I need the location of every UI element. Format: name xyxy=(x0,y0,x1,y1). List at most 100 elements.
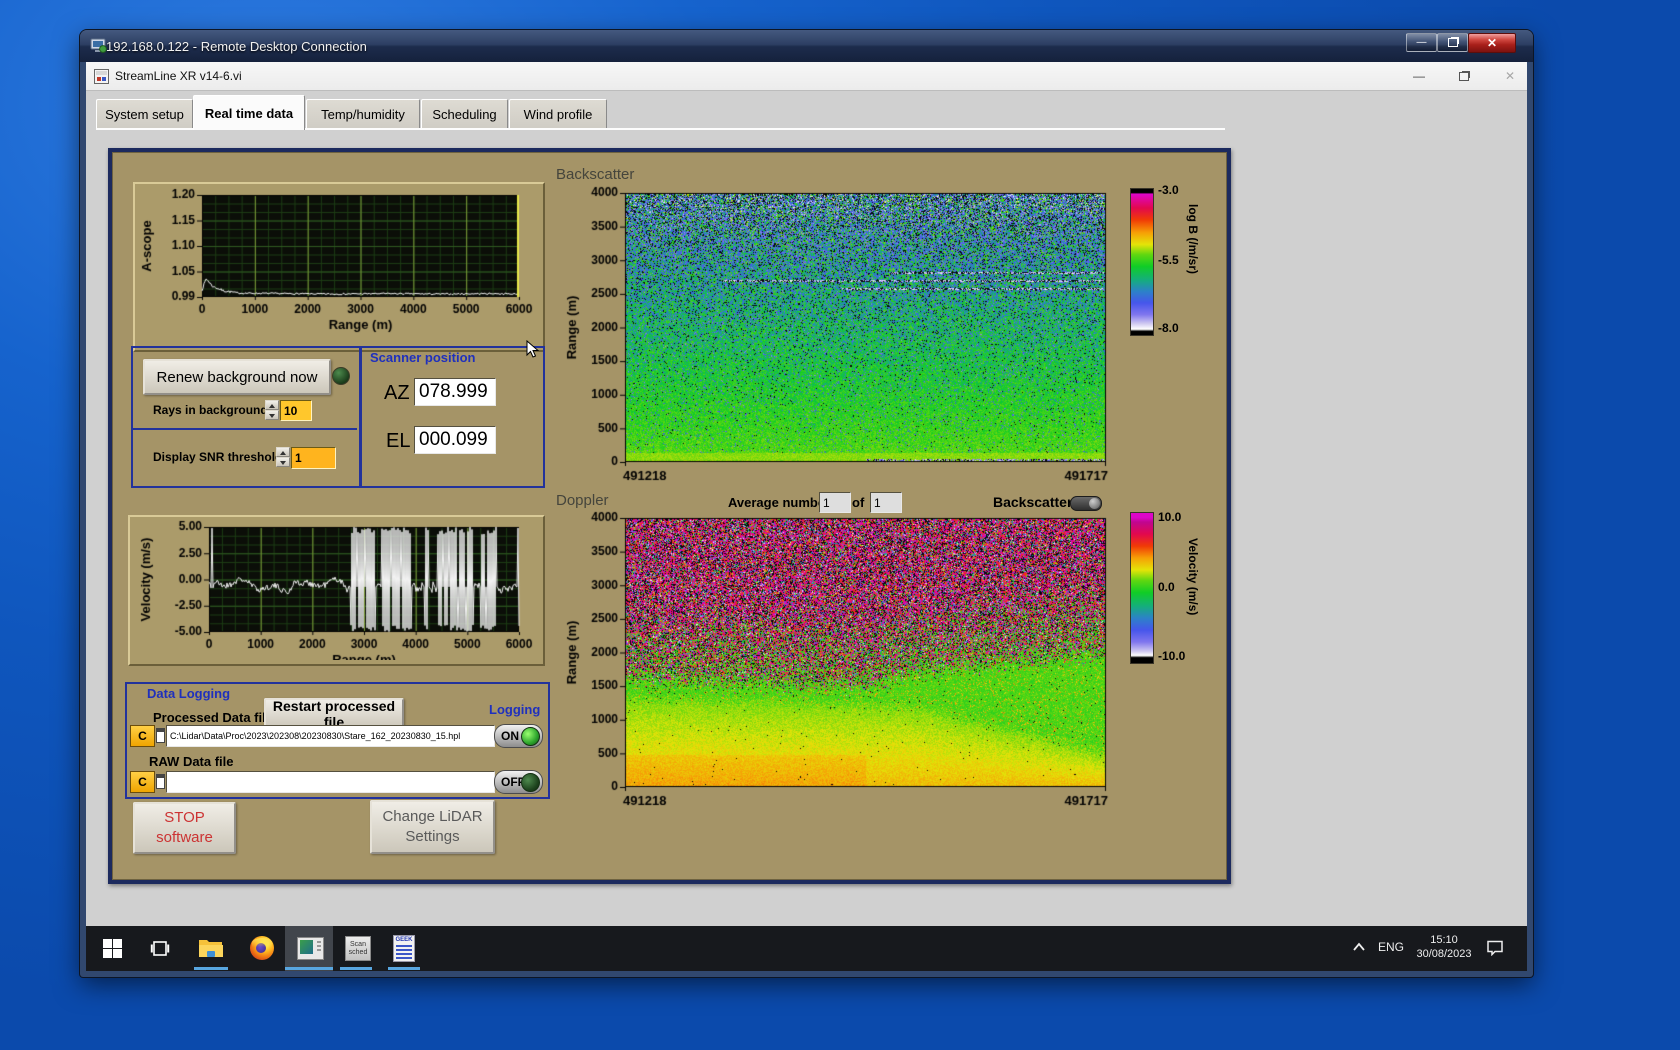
geek-app-icon[interactable]: GEEK xyxy=(393,935,415,962)
az-label: AZ xyxy=(384,382,410,404)
rdp-titlebar[interactable]: 192.168.0.122 - Remote Desktop Connectio… xyxy=(80,30,1533,62)
processed-logging-on-switch[interactable]: ON xyxy=(494,724,543,748)
remote-desktop: StreamLine XR v14-6.vi — ✕ System setup … xyxy=(86,62,1527,971)
toggle-knob xyxy=(1089,498,1100,509)
tab-real-time-data[interactable]: Real time data xyxy=(193,95,305,130)
velocity-plot-canvas xyxy=(130,517,539,660)
rdp-restore-button[interactable] xyxy=(1437,33,1468,52)
vi-icon xyxy=(94,68,109,84)
running-indicator-explorer xyxy=(194,967,228,970)
remote-taskbar: Scan sched GEEK ENG 15:10 30/08/2023 xyxy=(86,926,1527,971)
clock-time: 15:10 xyxy=(1430,934,1458,946)
ascope-plot-canvas xyxy=(135,184,539,346)
vi-restore-button[interactable] xyxy=(1449,66,1479,86)
mouse-cursor xyxy=(526,340,539,358)
average-total-value[interactable]: 1 xyxy=(870,492,902,513)
backscatter-title: Backscatter xyxy=(556,166,635,183)
running-indicator-scan xyxy=(340,967,372,970)
doppler-title: Doppler xyxy=(556,492,609,509)
taskbar-clock[interactable]: 15:10 30/08/2023 xyxy=(1408,933,1480,961)
snr-value[interactable]: 1 xyxy=(291,447,336,469)
doppler-cb-label: Velocity (m/s) xyxy=(1186,538,1200,616)
backscatter-toggle-switch[interactable] xyxy=(1070,496,1102,511)
rdp-window-title: 192.168.0.122 - Remote Desktop Connectio… xyxy=(106,38,367,54)
scan-scheduler-icon[interactable]: Scan sched xyxy=(345,936,371,961)
language-indicator[interactable]: ENG xyxy=(1378,940,1404,954)
az-value-field[interactable]: 078.999 xyxy=(414,378,496,406)
box-divider xyxy=(131,428,357,430)
active-app-highlight[interactable] xyxy=(285,926,333,971)
backscatter-cb-tick-min: -8.0 xyxy=(1158,321,1179,335)
background-controls-box: Renew background now Rays in background … xyxy=(131,346,361,488)
doppler-colorbar xyxy=(1130,512,1154,664)
el-value-field[interactable]: 000.099 xyxy=(414,426,496,454)
scanner-position-box: Scanner position AZ 078.999 EL 000.099 xyxy=(360,346,545,488)
raw-data-file-label: RAW Data file xyxy=(149,754,234,769)
rdp-window: 192.168.0.122 - Remote Desktop Connectio… xyxy=(80,30,1533,977)
backscatter-toggle-label: Backscatter xyxy=(993,494,1073,510)
processed-drive-combo[interactable]: C xyxy=(130,725,155,747)
data-logging-box: Data Logging Processed Data file Restart… xyxy=(125,682,550,799)
vi-window-title: StreamLine XR v14-6.vi xyxy=(115,69,242,83)
firefox-flame xyxy=(252,938,272,947)
start-button[interactable] xyxy=(103,939,122,958)
renew-background-led xyxy=(332,367,350,385)
front-panel: Renew background now Rays in background … xyxy=(108,148,1231,884)
logging-label: Logging xyxy=(489,702,541,717)
backscatter-colorbar xyxy=(1130,188,1154,336)
scanner-position-title: Scanner position xyxy=(370,350,476,365)
running-indicator-active-app xyxy=(285,967,333,970)
rdp-close-button[interactable]: ✕ xyxy=(1468,33,1516,53)
tray-chevron-icon[interactable] xyxy=(1352,942,1366,952)
clock-date: 30/08/2023 xyxy=(1416,948,1472,960)
tab-wind-profile[interactable]: Wind profile xyxy=(509,99,607,129)
snr-spinner[interactable] xyxy=(276,447,290,467)
rdp-minimize-button[interactable]: — xyxy=(1406,33,1437,52)
tab-temp-humidity[interactable]: Temp/humidity xyxy=(306,99,420,129)
average-of-label: of xyxy=(852,495,865,510)
average-number-label: Average number xyxy=(728,495,831,510)
firefox-icon[interactable] xyxy=(250,936,274,960)
rays-value[interactable]: 10 xyxy=(280,400,312,421)
raw-path-field[interactable] xyxy=(166,771,495,793)
task-view-icon[interactable] xyxy=(150,939,170,958)
backscatter-cb-tick-max: -3.0 xyxy=(1158,183,1179,197)
desktop-background: 192.168.0.122 - Remote Desktop Connectio… xyxy=(0,0,1680,1050)
file-explorer-icon[interactable] xyxy=(198,937,224,959)
backscatter-cb-label: log B (/m/sr) xyxy=(1186,204,1200,275)
rdp-icon xyxy=(90,38,107,53)
el-label: EL xyxy=(386,430,411,452)
renew-background-button[interactable]: Renew background now xyxy=(143,359,331,395)
notification-center-icon[interactable] xyxy=(1486,940,1504,956)
doppler-heatmap-canvas xyxy=(550,510,1112,806)
processed-resize-glyph xyxy=(156,728,165,743)
rays-spinner[interactable] xyxy=(265,400,279,420)
change-lidar-settings-button[interactable]: Change LiDAR Settings xyxy=(370,800,495,854)
vi-minimize-button[interactable]: — xyxy=(1404,66,1434,86)
rays-in-background-label: Rays in background xyxy=(153,403,268,417)
raw-drive-combo[interactable]: C xyxy=(130,771,155,793)
vi-close-button[interactable]: ✕ xyxy=(1495,66,1525,86)
raw-logging-off-switch[interactable]: OFF xyxy=(494,770,543,794)
vi-titlebar[interactable]: StreamLine XR v14-6.vi — ✕ xyxy=(86,62,1527,91)
ascope-graph xyxy=(133,182,545,352)
average-number-value[interactable]: 1 xyxy=(819,492,851,513)
tab-system-setup[interactable]: System setup xyxy=(96,99,193,129)
processed-data-file-label: Processed Data file xyxy=(153,710,273,725)
doppler-cb-tick-mid: 0.0 xyxy=(1158,580,1175,594)
on-switch-knob xyxy=(521,727,540,746)
stop-software-button[interactable]: STOP software xyxy=(133,802,236,854)
off-switch-knob xyxy=(521,773,540,792)
backscatter-cb-tick-mid: -5.5 xyxy=(1158,253,1179,267)
raw-resize-glyph xyxy=(156,774,165,789)
snr-threshold-label: Display SNR threshold xyxy=(153,450,283,464)
doppler-cb-tick-max: 10.0 xyxy=(1158,510,1182,524)
backscatter-heatmap-canvas xyxy=(550,185,1112,481)
doppler-cb-tick-min: -10.0 xyxy=(1158,649,1186,663)
running-indicator-geek xyxy=(388,967,420,970)
streamline-app-icon xyxy=(297,937,324,960)
tab-scheduling[interactable]: Scheduling xyxy=(421,99,508,129)
data-logging-title: Data Logging xyxy=(147,686,231,701)
velocity-graph xyxy=(128,515,545,666)
processed-path-field[interactable]: C:\Lidar\Data\Proc\2023\202308\20230830\… xyxy=(166,725,495,747)
